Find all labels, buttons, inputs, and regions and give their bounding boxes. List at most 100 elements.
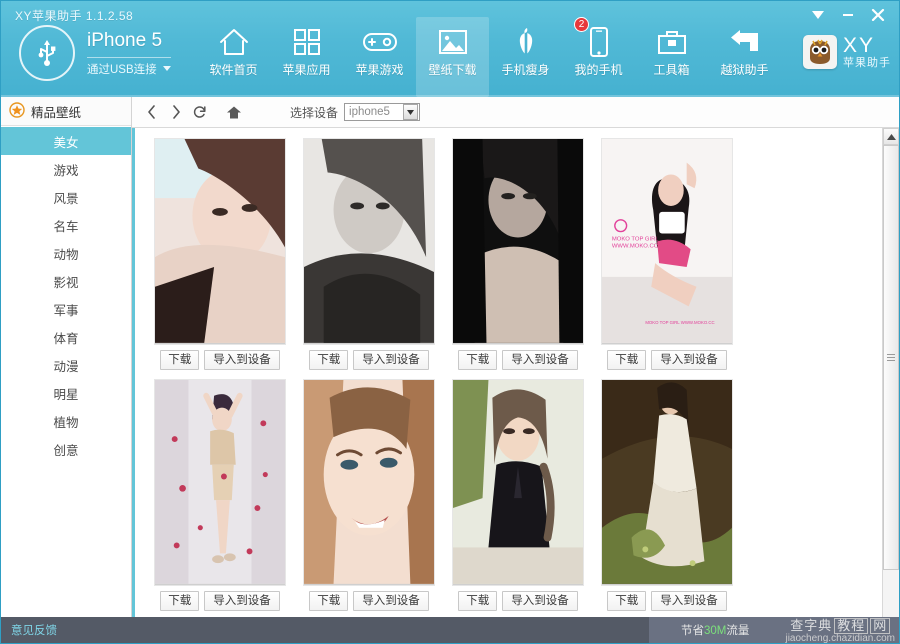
sidebar-item-military[interactable]: 军事: [1, 295, 131, 323]
nav-item-wallpaper-download[interactable]: 壁纸下载: [416, 17, 489, 97]
import-to-device-button[interactable]: 导入到设备: [651, 591, 727, 611]
star-badge-icon: [9, 102, 25, 121]
sidebar-item-plants[interactable]: 植物: [1, 407, 131, 435]
scrollbar-thumb[interactable]: [883, 145, 899, 570]
wallpaper-thumbnail[interactable]: [452, 379, 584, 586]
download-button[interactable]: 下载: [607, 350, 646, 370]
sidebar-header: 精品壁纸: [1, 97, 131, 126]
import-to-device-button[interactable]: 导入到设备: [204, 350, 280, 370]
wallpaper-card: MOKO TOP GIRL WWW.MOKO.CC MOKO TOP GIRL …: [596, 138, 738, 370]
import-to-device-button[interactable]: 导入到设备: [353, 591, 429, 611]
refresh-button[interactable]: [188, 100, 212, 124]
wallpaper-actions: 下载 导入到设备: [309, 350, 429, 370]
nav-label: 越狱助手: [720, 63, 768, 77]
device-select[interactable]: iphone5: [344, 103, 420, 121]
wallpaper-image: [304, 139, 434, 343]
watermark-box-1: 教程: [834, 618, 868, 634]
wallpaper-image: [453, 380, 583, 584]
device-connection-label: 通过USB连接: [87, 61, 157, 77]
wallpaper-thumbnail[interactable]: [303, 138, 435, 345]
wallpaper-card: 下载 导入到设备: [298, 138, 440, 370]
app-title: XY苹果助手 1.1.2.58: [15, 7, 133, 24]
sidebar-item-creative[interactable]: 创意: [1, 435, 131, 463]
download-button[interactable]: 下载: [458, 350, 497, 370]
watermark-text-1: 查字典: [790, 618, 832, 633]
nav-item-phone-slim[interactable]: 手机瘦身: [489, 17, 562, 89]
sidebar-item-movies[interactable]: 影视: [1, 267, 131, 295]
wallpaper-actions: 下载 导入到设备: [607, 350, 727, 370]
wallpaper-thumbnail[interactable]: [154, 138, 286, 345]
wallpaper-actions: 下载 导入到设备: [309, 591, 429, 611]
device-connection-dropdown[interactable]: 通过USB连接: [87, 57, 171, 77]
feedback-link[interactable]: 意见反馈: [11, 622, 57, 638]
nav-item-apple-games[interactable]: 苹果游戏: [343, 17, 416, 89]
import-to-device-button[interactable]: 导入到设备: [502, 591, 578, 611]
download-button[interactable]: 下载: [458, 591, 497, 611]
device-select-label: 选择设备: [290, 104, 338, 121]
minimize-to-tray-button[interactable]: [805, 5, 831, 25]
nav-item-software-home[interactable]: 软件首页: [197, 17, 270, 89]
wallpaper-grid-container: 下载 导入到设备: [132, 128, 882, 617]
sidebar-item-sports[interactable]: 体育: [1, 323, 131, 351]
saved-prefix: 节省: [681, 625, 704, 637]
wallpaper-actions: 下载 导入到设备: [458, 350, 578, 370]
wallpaper-image: [453, 139, 583, 343]
chevron-down-icon[interactable]: [403, 104, 418, 120]
watermark-url: jiaocheng.chazidian.com: [785, 634, 895, 644]
wallpaper-actions: 下载 导入到设备: [160, 350, 280, 370]
main-navigation: 软件首页 苹果应用 苹果游戏 壁纸下载: [197, 17, 781, 93]
home-icon: [218, 23, 250, 61]
wallpaper-image: MOKO TOP GIRL WWW.MOKO.CC MOKO TOP GIRL …: [602, 139, 732, 343]
toolbox-icon: [657, 23, 687, 61]
wallpaper-thumbnail[interactable]: [154, 379, 286, 586]
sidebar-item-animals[interactable]: 动物: [1, 239, 131, 267]
wallpaper-image: [155, 139, 285, 343]
close-button[interactable]: [865, 5, 891, 25]
nav-item-toolbox[interactable]: 工具箱: [635, 17, 708, 89]
jailbreak-arrow-icon: [728, 23, 762, 61]
nav-label: 我的手机: [574, 63, 622, 77]
wallpaper-thumbnail[interactable]: [452, 138, 584, 345]
forward-button[interactable]: [164, 100, 188, 124]
apps-grid-icon: [292, 23, 322, 61]
wallpaper-thumbnail[interactable]: [601, 379, 733, 586]
import-to-device-button[interactable]: 导入到设备: [353, 350, 429, 370]
sidebar-item-games[interactable]: 游戏: [1, 155, 131, 183]
minimize-button[interactable]: [835, 5, 861, 25]
sidebar-item-celebrity[interactable]: 明星: [1, 379, 131, 407]
download-button[interactable]: 下载: [607, 591, 646, 611]
saved-amount: 30M: [704, 625, 726, 637]
back-button[interactable]: [140, 100, 164, 124]
wallpaper-thumbnail[interactable]: [303, 379, 435, 586]
nav-item-jailbreak[interactable]: 越狱助手: [708, 17, 781, 89]
import-to-device-button[interactable]: 导入到设备: [204, 591, 280, 611]
wallpaper-card: 下载 导入到设备: [447, 379, 589, 611]
import-to-device-button[interactable]: 导入到设备: [651, 350, 727, 370]
download-button[interactable]: 下载: [160, 350, 199, 370]
sidebar-item-cars[interactable]: 名车: [1, 211, 131, 239]
brand-logo[interactable]: XY 苹果助手: [803, 35, 891, 69]
download-button[interactable]: 下载: [309, 591, 348, 611]
sidebar-item-scenery[interactable]: 风景: [1, 183, 131, 211]
gamepad-icon: [362, 23, 398, 61]
scroll-thumb-grip-icon: [887, 354, 895, 361]
nav-label: 壁纸下载: [428, 63, 476, 77]
wallpaper-thumbnail[interactable]: MOKO TOP GIRL WWW.MOKO.CC MOKO TOP GIRL …: [601, 138, 733, 345]
sidebar-item-anime[interactable]: 动漫: [1, 351, 131, 379]
home-button[interactable]: [222, 100, 246, 124]
app-header: XY苹果助手 1.1.2.58: [1, 1, 899, 97]
download-button[interactable]: 下载: [160, 591, 199, 611]
apple-slim-icon: [514, 23, 538, 61]
wallpaper-actions: 下载 导入到设备: [607, 591, 727, 611]
import-to-device-button[interactable]: 导入到设备: [502, 350, 578, 370]
vertical-scrollbar[interactable]: [882, 128, 899, 617]
nav-item-apple-apps[interactable]: 苹果应用: [270, 17, 343, 89]
device-name: iPhone 5: [87, 30, 171, 52]
scrollbar-track[interactable]: [883, 145, 899, 617]
nav-item-my-phone[interactable]: 2 我的手机: [562, 17, 635, 89]
saved-suffix: 流量: [726, 625, 749, 637]
download-button[interactable]: 下载: [309, 350, 348, 370]
sidebar-item-beauty[interactable]: 美女: [1, 127, 131, 155]
scroll-up-button[interactable]: [883, 128, 899, 145]
wallpaper-card: 下载 导入到设备: [149, 138, 291, 370]
